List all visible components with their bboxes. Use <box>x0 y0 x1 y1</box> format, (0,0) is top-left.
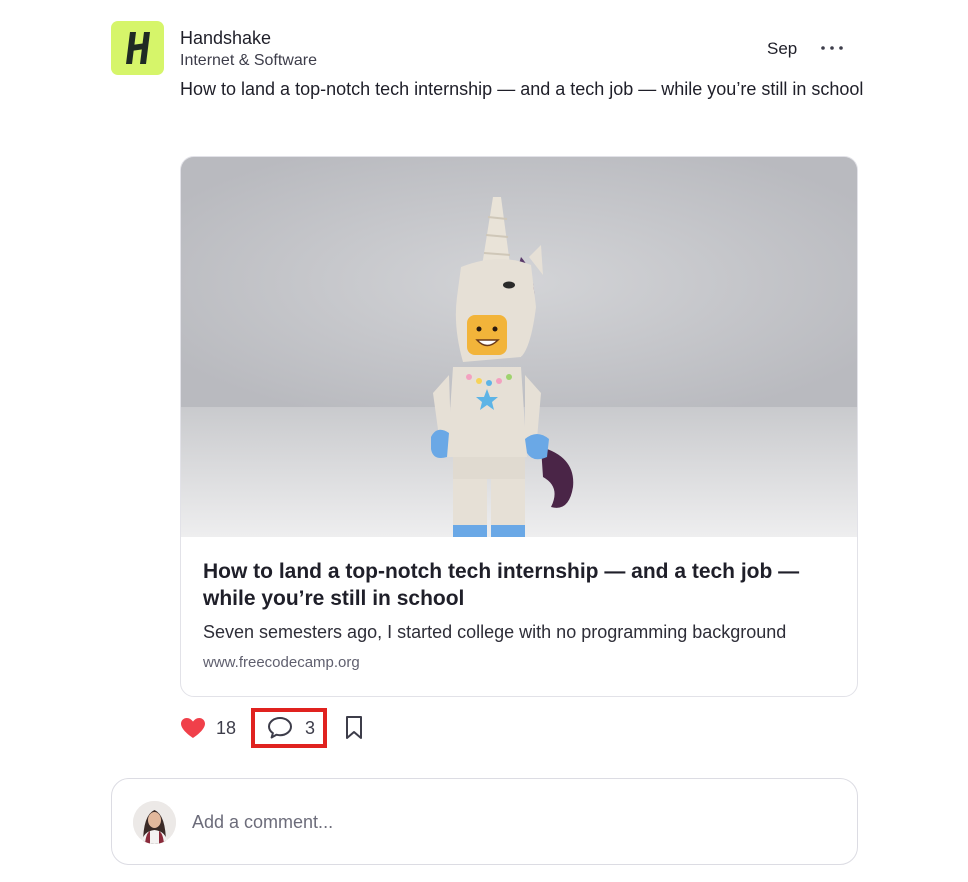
like-button[interactable]: 18 <box>180 714 236 742</box>
company-logo[interactable] <box>111 21 164 75</box>
comment-button[interactable]: 3 <box>251 708 327 748</box>
link-preview-title: How to land a top-notch tech internship … <box>203 560 800 610</box>
feed-post: Handshake Internet & Software Sep How to… <box>0 0 968 882</box>
comment-bubble-icon <box>268 717 292 739</box>
company-name[interactable]: Handshake <box>180 27 271 49</box>
like-count: 18 <box>216 717 237 738</box>
more-options-button[interactable] <box>816 34 848 62</box>
more-horizontal-icon <box>821 46 843 50</box>
link-preview-image <box>181 157 857 537</box>
lego-unicorn-photo <box>181 157 857 537</box>
user-avatar[interactable] <box>133 801 176 844</box>
save-button[interactable] <box>342 714 366 742</box>
heart-icon <box>181 718 205 738</box>
link-preview-description: Seven semesters ago, I started college w… <box>203 622 787 642</box>
bookmark-icon <box>346 716 362 739</box>
handshake-logo-icon <box>125 32 150 64</box>
comment-count: 3 <box>305 717 316 738</box>
post-text: How to land a top-notch tech internship … <box>180 79 864 99</box>
link-preview-domain: www.freecodecamp.org <box>203 654 360 671</box>
company-industry: Internet & Software <box>180 52 317 69</box>
comment-input[interactable] <box>192 807 832 837</box>
user-avatar-photo <box>133 801 176 844</box>
link-preview-card[interactable]: How to land a top-notch tech internship … <box>180 156 858 697</box>
comment-composer <box>111 778 858 865</box>
post-date: Sep <box>767 39 798 58</box>
